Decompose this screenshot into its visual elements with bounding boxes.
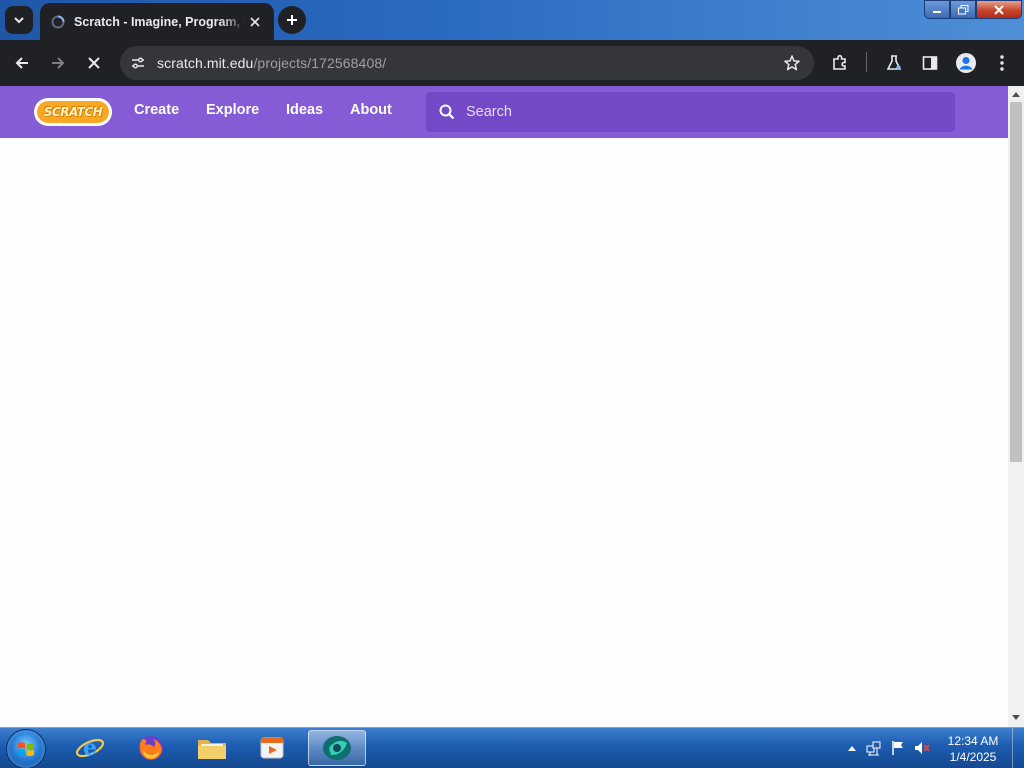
scroll-thumb[interactable] [1010, 102, 1022, 462]
close-icon [88, 57, 100, 69]
scratch-logo-text: SCRATCH [43, 105, 103, 119]
taskbar-clock[interactable]: 12:34 AM 1/4/2025 [940, 733, 1006, 765]
browser-app-icon [323, 736, 351, 760]
folder-icon [198, 740, 226, 759]
restore-icon [957, 4, 968, 14]
taskbar-firefox[interactable] [131, 730, 171, 766]
internet-explorer-icon: e [75, 735, 105, 761]
scratch-logo[interactable]: SCRATCH [34, 98, 112, 126]
url-text[interactable]: scratch.mit.edu/projects/172568408/ [157, 55, 386, 71]
page-scrollbar[interactable] [1008, 86, 1024, 727]
tab-search-button[interactable] [5, 6, 33, 34]
nav-ideas-link[interactable]: Ideas [286, 102, 323, 118]
search-input[interactable] [466, 104, 926, 120]
stop-loading-button[interactable] [82, 51, 106, 75]
svg-text:e: e [83, 735, 97, 761]
kebab-menu-icon [1000, 55, 1004, 71]
toolbar-divider [866, 52, 867, 72]
windows-taskbar: e 12:34 AM 1/4/2025 [0, 727, 1024, 768]
minimize-icon [933, 10, 941, 13]
page-content: SCRATCH Create Explore Ideas About [0, 86, 1008, 727]
firefox-icon [139, 736, 163, 760]
volume-muted-icon[interactable] [914, 740, 930, 756]
chevron-down-icon [14, 17, 24, 24]
show-hidden-icons-icon[interactable] [844, 740, 860, 756]
new-tab-button[interactable] [278, 6, 306, 34]
scratch-search-bar [426, 92, 955, 132]
search-icon [438, 103, 456, 121]
clock-time: 12:34 AM [947, 734, 999, 748]
browser-menu-button[interactable] [990, 51, 1014, 75]
clock-date: 1/4/2025 [949, 750, 997, 764]
nav-create-link[interactable]: Create [134, 102, 179, 118]
labs-button[interactable] [882, 51, 906, 75]
site-info-icon[interactable] [128, 53, 148, 73]
side-panel-icon [922, 56, 938, 70]
taskbar-media-player[interactable] [252, 730, 292, 766]
bookmark-star-icon[interactable] [782, 53, 802, 73]
extensions-button[interactable] [828, 51, 852, 75]
url-path: /projects/172568408/ [253, 55, 387, 71]
url-host: scratch.mit.edu [157, 55, 254, 71]
taskbar-browser-active[interactable] [308, 730, 366, 766]
avatar-icon [956, 53, 976, 73]
media-player-icon [260, 737, 284, 759]
action-center-flag-icon[interactable] [890, 740, 906, 756]
scratch-logo-badge: SCRATCH [37, 101, 109, 123]
taskbar-internet-explorer[interactable]: e [70, 730, 110, 766]
tab-close-icon[interactable] [246, 13, 264, 31]
nav-about-link[interactable]: About [350, 102, 392, 118]
close-window-button[interactable] [976, 0, 1022, 19]
forward-button[interactable] [46, 51, 70, 75]
loading-spinner-icon [50, 14, 66, 30]
minimize-button[interactable] [924, 0, 950, 19]
taskbar-file-explorer[interactable] [192, 730, 232, 766]
scroll-down-arrow-icon[interactable] [1012, 714, 1020, 722]
flask-icon [886, 55, 902, 70]
restore-button[interactable] [950, 0, 976, 19]
back-button[interactable] [10, 51, 34, 75]
scratch-navbar: SCRATCH Create Explore Ideas About [0, 86, 1008, 138]
close-icon [994, 4, 1004, 15]
start-button[interactable] [6, 729, 46, 768]
window-controls [924, 0, 1022, 20]
nav-explore-link[interactable]: Explore [206, 102, 259, 118]
tab-title: Scratch - Imagine, Program, Share [74, 14, 246, 29]
plus-icon [287, 15, 297, 25]
arrow-left-icon [15, 57, 28, 69]
profile-button[interactable] [954, 51, 978, 75]
browser-title-bar: Scratch - Imagine, Program, Share [0, 0, 1024, 40]
show-desktop-button[interactable] [1012, 728, 1024, 768]
network-icon[interactable] [866, 740, 882, 756]
side-panel-button[interactable] [918, 51, 942, 75]
arrow-right-icon [52, 57, 65, 69]
scroll-up-arrow-icon[interactable] [1012, 90, 1020, 98]
browser-tab-active[interactable]: Scratch - Imagine, Program, Share [40, 3, 274, 40]
windows-logo-icon [18, 742, 34, 757]
address-bar[interactable]: scratch.mit.edu/projects/172568408/ [120, 46, 814, 80]
puzzle-icon [833, 54, 846, 70]
browser-toolbar: scratch.mit.edu/projects/172568408/ [0, 40, 1024, 86]
